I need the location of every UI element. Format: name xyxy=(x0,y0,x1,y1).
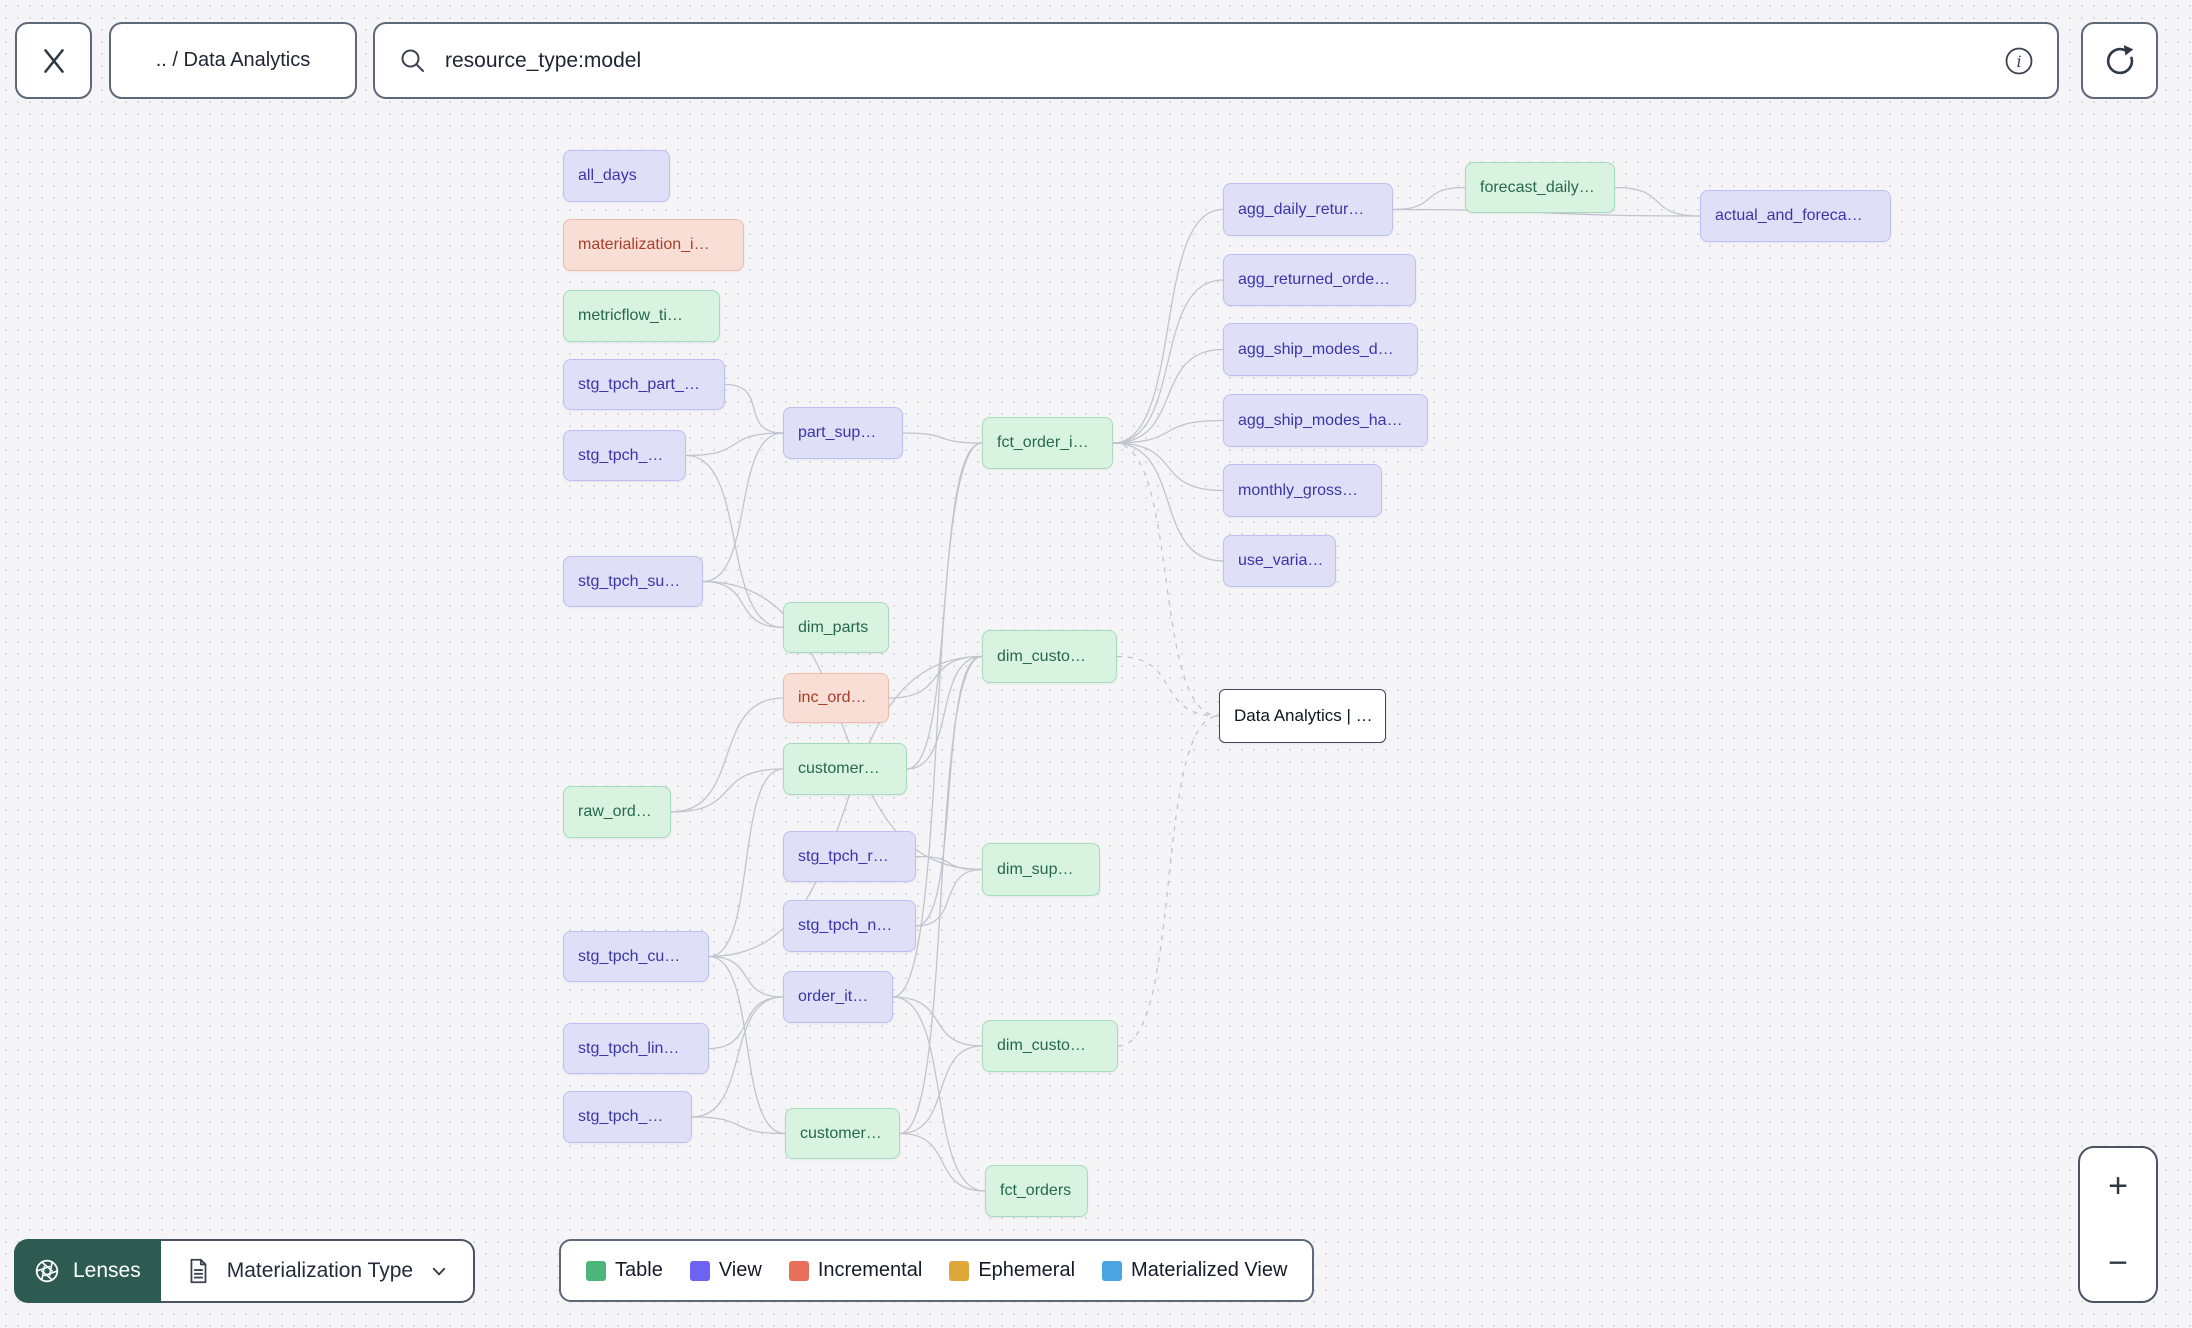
graph-node-forecast_daily[interactable]: forecast_daily… xyxy=(1465,162,1615,213)
edge-customer_b-to-dim_custo_b xyxy=(899,1045,983,1135)
zoom-out-button[interactable]: − xyxy=(2080,1225,2156,1302)
legend-label: Ephemeral xyxy=(978,1259,1076,1281)
edge-order_it-to-dim_custo_b xyxy=(892,996,983,1047)
edge-stg_tpch_a-to-part_sup xyxy=(685,432,784,457)
graph-node-agg_ship_modes_d[interactable]: agg_ship_modes_d… xyxy=(1223,323,1418,376)
lenses-label: Lenses xyxy=(73,1259,141,1282)
edge-stg_tpch_su-to-part_sup xyxy=(702,432,784,583)
graph-node-customer_a[interactable]: customer… xyxy=(783,743,907,795)
edge-stg_tpch_r-to-dim_sup xyxy=(915,855,983,871)
aperture-icon xyxy=(35,1259,59,1283)
graph-node-dim_custo_b[interactable]: dim_custo… xyxy=(982,1020,1118,1072)
breadcrumb[interactable]: .. / Data Analytics xyxy=(109,22,357,99)
edge-fct_order_i-to-monthly_gross xyxy=(1112,442,1224,492)
graph-node-use_varia[interactable]: use_varia… xyxy=(1223,535,1336,587)
materialization-legend: Table View Incremental Ephemeral Materialize… xyxy=(559,1239,1315,1302)
legend-label: Table xyxy=(615,1259,663,1281)
graph-node-stg_tpch_r[interactable]: stg_tpch_r… xyxy=(783,831,916,882)
legend-swatch xyxy=(1102,1260,1123,1281)
edge-stg_tpch_b-to-customer_b xyxy=(691,1116,786,1135)
legend-swatch xyxy=(788,1260,809,1281)
legend-item-materialized-view: Materialized View xyxy=(1102,1259,1287,1282)
edge-dim_custo_b-to-data_analytics xyxy=(1117,715,1220,1047)
graph-node-monthly_gross[interactable]: monthly_gross… xyxy=(1223,464,1382,517)
legend-item-ephemeral: Ephemeral xyxy=(949,1259,1075,1282)
legend-item-view: View xyxy=(689,1259,762,1282)
edge-stg_tpch_cu-to-order_it xyxy=(708,955,784,998)
edge-stg_tpch_n-to-dim_sup xyxy=(915,868,983,927)
edge-part_sup-to-fct_order_i xyxy=(902,432,983,444)
graph-node-fct_orders[interactable]: fct_orders xyxy=(985,1165,1088,1217)
edge-raw_ord-to-inc_ord xyxy=(670,697,784,813)
dropdown-label: Materialization Type xyxy=(226,1259,414,1282)
chevron-down-icon xyxy=(432,1267,446,1276)
graph-node-stg_tpch_b[interactable]: stg_tpch_… xyxy=(563,1091,692,1143)
graph-node-stg_tpch_lin[interactable]: stg_tpch_lin… xyxy=(563,1023,709,1074)
graph-node-part_sup[interactable]: part_sup… xyxy=(783,407,903,459)
svg-text:i: i xyxy=(2016,52,2021,71)
search-icon xyxy=(401,49,424,72)
search-input[interactable] xyxy=(445,48,2003,73)
info-icon[interactable]: i xyxy=(2003,45,2035,77)
graph-node-customer_b[interactable]: customer… xyxy=(785,1108,900,1159)
lineage-canvas[interactable]: all_days materialization_i… metricflow_ti…… xyxy=(0,0,2192,1328)
zoom-controls: + − xyxy=(2078,1146,2158,1303)
edge-fct_order_i-to-agg_returned_orde xyxy=(1112,279,1224,444)
document-icon xyxy=(190,1258,207,1284)
graph-node-inc_ord[interactable]: inc_ord… xyxy=(783,673,889,723)
graph-node-agg_ship_modes_ha[interactable]: agg_ship_modes_ha… xyxy=(1223,394,1428,447)
legend-label: Incremental xyxy=(817,1259,923,1281)
graph-node-agg_returned_orde[interactable]: agg_returned_orde… xyxy=(1223,254,1416,306)
graph-node-order_it[interactable]: order_it… xyxy=(783,971,893,1023)
refresh-icon xyxy=(2106,44,2133,74)
graph-node-all_days[interactable]: all_days xyxy=(563,150,670,202)
graph-node-dim_parts[interactable]: dim_parts xyxy=(783,602,889,653)
materialization-type-dropdown[interactable]: Materialization Type xyxy=(160,1239,476,1303)
graph-node-raw_ord[interactable]: raw_ord… xyxy=(563,786,671,838)
legend-swatch xyxy=(949,1260,970,1281)
legend-swatch xyxy=(586,1260,606,1281)
breadcrumb-label: .. / Data Analytics xyxy=(155,49,311,71)
graph-node-dim_sup[interactable]: dim_sup… xyxy=(982,843,1100,896)
edge-stg_tpch_cu-to-customer_b xyxy=(708,955,786,1135)
graph-node-stg_tpch_a[interactable]: stg_tpch_… xyxy=(563,430,686,481)
edge-customer_b-to-fct_orders xyxy=(899,1132,986,1192)
graph-node-metricflow_ti[interactable]: metricflow_ti… xyxy=(563,290,720,342)
edge-forecast_daily-to-actual_and_foreca xyxy=(1614,186,1701,217)
close-icon xyxy=(43,48,64,73)
graph-node-stg_tpch_n[interactable]: stg_tpch_n… xyxy=(783,900,916,952)
edge-fct_order_i-to-data_analytics xyxy=(1112,442,1220,717)
graph-node-dim_custo_a[interactable]: dim_custo… xyxy=(982,630,1117,683)
graph-node-fct_order_i[interactable]: fct_order_i… xyxy=(982,417,1113,469)
legend-label: View xyxy=(718,1259,762,1281)
graph-node-data_analytics[interactable]: Data Analytics | … xyxy=(1219,689,1386,743)
lenses-button[interactable]: Lenses xyxy=(14,1239,161,1303)
zoom-in-button[interactable]: + xyxy=(2080,1148,2156,1225)
edge-dim_custo_a-to-data_analytics xyxy=(1116,655,1220,717)
edge-raw_ord-to-customer_a xyxy=(670,768,784,813)
legend-item-table: Table xyxy=(586,1259,663,1282)
edge-fct_order_i-to-agg_daily_retur xyxy=(1112,208,1224,444)
graph-node-stg_tpch_cu[interactable]: stg_tpch_cu… xyxy=(563,931,709,982)
edge-agg_daily_retur-to-forecast_daily xyxy=(1392,186,1466,211)
graph-node-stg_tpch_part[interactable]: stg_tpch_part_… xyxy=(563,359,725,410)
edge-stg_tpch_part-to-part_sup xyxy=(724,383,784,434)
search-bar: i xyxy=(373,22,2059,99)
graph-node-materialization_i[interactable]: materialization_i… xyxy=(563,219,744,271)
refresh-button[interactable] xyxy=(2081,22,2158,99)
edge-customer_a-to-dim_custo_a xyxy=(906,655,983,770)
lenses-group: Lenses Materialization Type xyxy=(14,1239,476,1303)
close-button[interactable] xyxy=(15,22,92,99)
legend-item-incremental: Incremental xyxy=(788,1259,923,1282)
legend-swatch xyxy=(689,1260,710,1281)
legend-label: Materialized View xyxy=(1131,1259,1288,1281)
edge-inc_ord-to-dim_custo_a xyxy=(888,655,983,699)
edge-fct_order_i-to-use_varia xyxy=(1112,442,1224,562)
graph-node-agg_daily_retur[interactable]: agg_daily_retur… xyxy=(1223,183,1393,236)
graph-node-stg_tpch_su[interactable]: stg_tpch_su… xyxy=(563,556,703,607)
graph-node-actual_and_foreca[interactable]: actual_and_foreca… xyxy=(1700,190,1891,242)
